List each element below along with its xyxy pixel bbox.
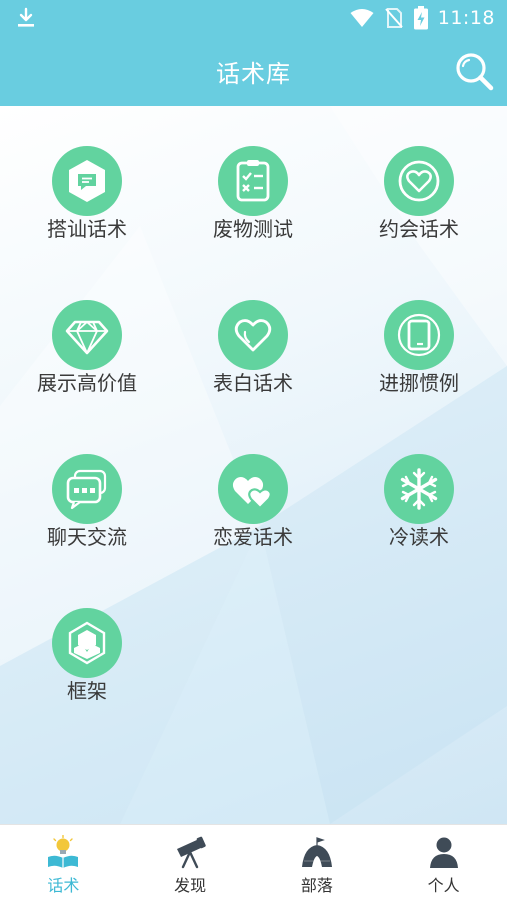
bottom-tab-bar: 话术 发现 部落 个人 [0,824,507,903]
app-header: 话术库 [0,36,507,106]
topic-item-show-value[interactable]: 展示高价值 [3,260,171,410]
topic-item-label: 约会话术 [379,217,459,241]
person-icon [429,837,458,868]
page-title: 话术库 [216,59,291,88]
topic-item-label: 冷读术 [389,525,449,549]
snowflake-icon [400,468,438,510]
double-heart-icon [232,477,272,510]
download-icon [18,7,34,27]
message-dots-icon [66,469,107,510]
topic-item-label: 恋爱话术 [213,525,293,549]
topic-item-shit-test[interactable]: 废物测试 [169,106,337,256]
tab-profile[interactable]: 个人 [380,825,507,903]
tab-scripts[interactable]: 话术 [0,825,127,903]
topic-item-label: 废物测试 [213,217,293,241]
topic-item-date-lines[interactable]: 约会话术 [335,106,503,256]
telescope-icon [177,836,206,869]
topic-item-routine[interactable]: 进挪惯例 [335,260,503,410]
topic-item-pickup-lines[interactable]: 搭讪话术 [3,106,171,256]
topic-item-confession[interactable]: 表白话术 [169,260,337,410]
status-time: 11:18 [437,7,495,29]
topic-item-label: 框架 [67,679,107,703]
phone-icon [397,313,441,357]
topic-item-cold-reading[interactable]: 冷读术 [335,414,503,564]
chat-bubble-icon [69,160,105,202]
tab-label: 话术 [47,876,80,895]
checklist-icon [236,160,270,202]
search-icon[interactable] [453,50,495,92]
topic-grid: 搭讪话术 废物测试 约会话术 展示高价值 表白话术 进挪惯例 聊天交流 恋爱话术… [0,106,507,824]
diamond-icon [65,320,109,355]
tab-label: 部落 [300,876,333,895]
topic-item-chatting[interactable]: 聊天交流 [3,414,171,564]
tab-tribe[interactable]: 部落 [254,825,381,903]
topic-item-label: 表白话术 [213,371,293,395]
no-sim-icon [384,8,403,28]
cube-icon [68,621,106,665]
tab-discover[interactable]: 发现 [127,825,254,903]
topic-item-label: 聊天交流 [47,525,127,549]
lightbulb-book-icon [48,835,79,868]
topic-item-label: 进挪惯例 [379,371,459,395]
topic-item-romance[interactable]: 恋爱话术 [169,414,337,564]
heart-ring-icon [398,160,440,202]
topic-item-label: 展示高价值 [37,371,137,395]
tent-icon [301,837,332,867]
tab-label: 个人 [427,876,460,895]
tab-label: 发现 [174,876,207,895]
battery-charging-icon [413,6,428,30]
wifi-icon [350,9,374,27]
topic-item-frame[interactable]: 框架 [3,568,171,718]
status-bar: 11:18 [0,0,507,36]
topic-item-label: 搭讪话术 [47,217,127,241]
heart-hand-icon [234,319,272,352]
